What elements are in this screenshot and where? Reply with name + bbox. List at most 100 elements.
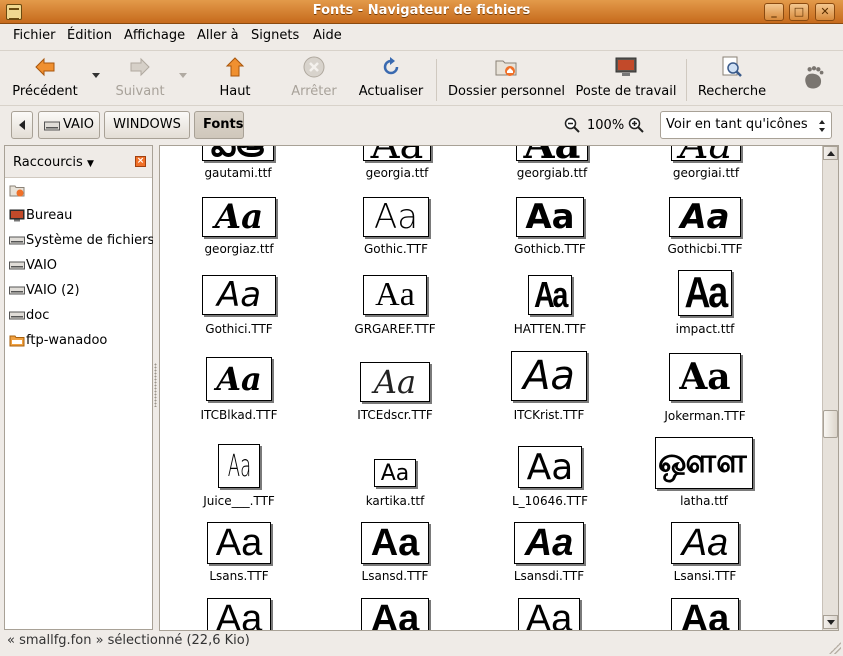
computer-icon <box>615 57 637 76</box>
side-pane-title: Raccourcis <box>13 155 83 170</box>
font-preview-thumbnail: Aa <box>669 197 741 237</box>
network-folder-icon <box>9 335 25 347</box>
desktop-icon <box>9 209 25 222</box>
sidebar-item-vaio-2[interactable]: VAIO (2) <box>7 280 150 302</box>
font-preview-thumbnail: Aa <box>363 275 427 315</box>
chevron-up-icon <box>827 151 835 156</box>
font-preview-thumbnail: Aa <box>516 197 584 237</box>
back-history-dropdown[interactable] <box>92 73 100 78</box>
sidebar-item-vaio[interactable]: VAIO <box>7 255 150 277</box>
font-preview-thumbnail: Aa <box>207 598 271 630</box>
scroll-down-button[interactable] <box>823 615 838 629</box>
font-preview-glyph: Aa <box>216 360 262 398</box>
search-button[interactable]: Recherche <box>697 55 767 99</box>
font-preview-glyph: Aa <box>373 197 419 237</box>
home-folder-label: Dossier personnel <box>448 84 566 99</box>
font-preview-thumbnail: Aa <box>671 598 739 630</box>
scroll-up-button[interactable] <box>823 146 838 160</box>
sidebar-item-home[interactable] <box>7 180 150 202</box>
view-mode-value: Voir en tant qu'icônes <box>666 117 808 132</box>
sidebar-item-doc[interactable]: doc <box>7 305 150 327</box>
path-scroll-left-button[interactable] <box>11 111 33 139</box>
scrollbar-thumb[interactable] <box>823 410 838 438</box>
desktop-label: Poste de travail <box>575 84 677 99</box>
minimize-button[interactable]: _ <box>764 3 784 21</box>
stop-button[interactable]: Arrêter <box>288 55 340 99</box>
forward-arrow-icon <box>130 57 150 77</box>
up-button[interactable]: Haut <box>215 55 255 99</box>
reload-button[interactable]: Actualiser <box>358 55 424 99</box>
menu-edition[interactable]: Édition <box>67 28 112 43</box>
toolbar-separator <box>686 59 687 101</box>
back-arrow-icon <box>35 57 55 77</box>
side-pane-selector[interactable]: Raccourcis ▼ <box>13 155 94 170</box>
path-button-vaio[interactable]: VAIO <box>38 111 100 139</box>
close-button[interactable]: ✕ <box>815 3 835 21</box>
font-preview-glyph: Aa <box>216 275 262 315</box>
font-preview-glyph: Aa <box>524 522 574 564</box>
up-label: Haut <box>219 84 251 99</box>
drive-icon <box>9 286 25 295</box>
font-preview-glyph: Aa <box>380 460 410 486</box>
close-side-pane-icon[interactable]: × <box>135 156 146 167</box>
home-folder-button[interactable]: Dossier personnel <box>448 55 566 99</box>
file-name: Jokerman.TTF <box>664 409 746 423</box>
sidebar-item-ftp-wanadoo[interactable]: ftp-wanadoo <box>7 330 150 352</box>
path-button-windows[interactable]: WINDOWS <box>104 111 190 139</box>
chevron-left-icon <box>19 120 25 130</box>
file-name: georgiaz.ttf <box>204 242 274 256</box>
zoom-level[interactable]: 100% <box>587 118 624 133</box>
search-label: Recherche <box>697 84 767 99</box>
path-button-fonts[interactable]: Fonts <box>194 111 244 139</box>
title-bar: Fonts - Navigateur de fichiers _ □ ✕ <box>0 0 843 24</box>
font-preview-glyph: Aa <box>523 353 575 399</box>
file-name: GRGAREF.TTF <box>354 322 436 336</box>
file-name: Lsans.TTF <box>209 569 269 583</box>
menu-signets[interactable]: Signets <box>251 28 299 43</box>
font-preview-thumbnail: Aa <box>518 598 580 631</box>
font-preview-glyph: Aa <box>525 598 573 631</box>
reload-icon <box>383 57 399 75</box>
font-preview-thumbnail: Aa <box>528 275 572 315</box>
zoom-in-icon[interactable] <box>628 117 644 133</box>
select-arrows-icon <box>819 120 825 132</box>
drive-icon <box>9 236 25 245</box>
file-name: georgiai.ttf <box>672 166 740 180</box>
menu-aide[interactable]: Aide <box>313 28 342 43</box>
file-name: latha.ttf <box>680 494 728 508</box>
file-icon-view[interactable]: ఎఆ gautami.ttf Aa georgia.ttf Aa georgia… <box>159 145 839 631</box>
maximize-button[interactable]: □ <box>789 3 809 21</box>
desktop-button[interactable]: Poste de travail <box>575 55 677 99</box>
menu-aller-a[interactable]: Aller à <box>197 28 239 43</box>
zoom-out-icon[interactable] <box>564 117 580 133</box>
font-preview-glyph: Aa <box>525 197 575 237</box>
menu-fichier[interactable]: Fichier <box>13 28 56 43</box>
font-preview-thumbnail: Aa <box>202 197 276 237</box>
vertical-scrollbar[interactable] <box>822 146 838 630</box>
sidebar-item-bureau[interactable]: Bureau <box>7 205 150 227</box>
rename-field[interactable] <box>25 182 80 200</box>
file-name: HATTEN.TTF <box>513 322 587 336</box>
font-preview-glyph: ஔள <box>658 441 747 481</box>
status-bar: « smallfg.fon » sélectionné (22,6 Kio) <box>0 631 843 656</box>
menu-affichage[interactable]: Affichage <box>124 28 185 43</box>
font-preview-glyph: Aa <box>533 275 568 315</box>
resize-grip[interactable] <box>829 642 841 654</box>
drive-icon <box>9 261 25 270</box>
font-preview-thumbnail: Aa <box>360 362 430 402</box>
font-preview-glyph: Aa <box>680 197 730 237</box>
font-preview-thumbnail: Aa <box>361 598 429 631</box>
font-preview-glyph: Aa <box>684 270 728 316</box>
forward-history-dropdown[interactable] <box>179 73 187 78</box>
file-name: Gothicb.TTF <box>514 242 586 256</box>
view-mode-select[interactable]: Voir en tant qu'icônes <box>660 111 832 139</box>
search-icon <box>722 56 742 77</box>
back-button[interactable]: Précédent <box>10 55 80 99</box>
sidebar-item-filesystem[interactable]: Système de fichiers <box>7 230 154 252</box>
font-preview-thumbnail: Aa <box>511 351 587 401</box>
file-name: ITCKrist.TTF <box>513 408 585 422</box>
location-bar: VAIO WINDOWS Fonts 100% Voir en tant qu'… <box>0 107 843 143</box>
font-preview-glyph: Aa <box>370 598 420 631</box>
file-name: kartika.ttf <box>365 494 425 508</box>
forward-button[interactable]: Suivant <box>110 55 170 99</box>
